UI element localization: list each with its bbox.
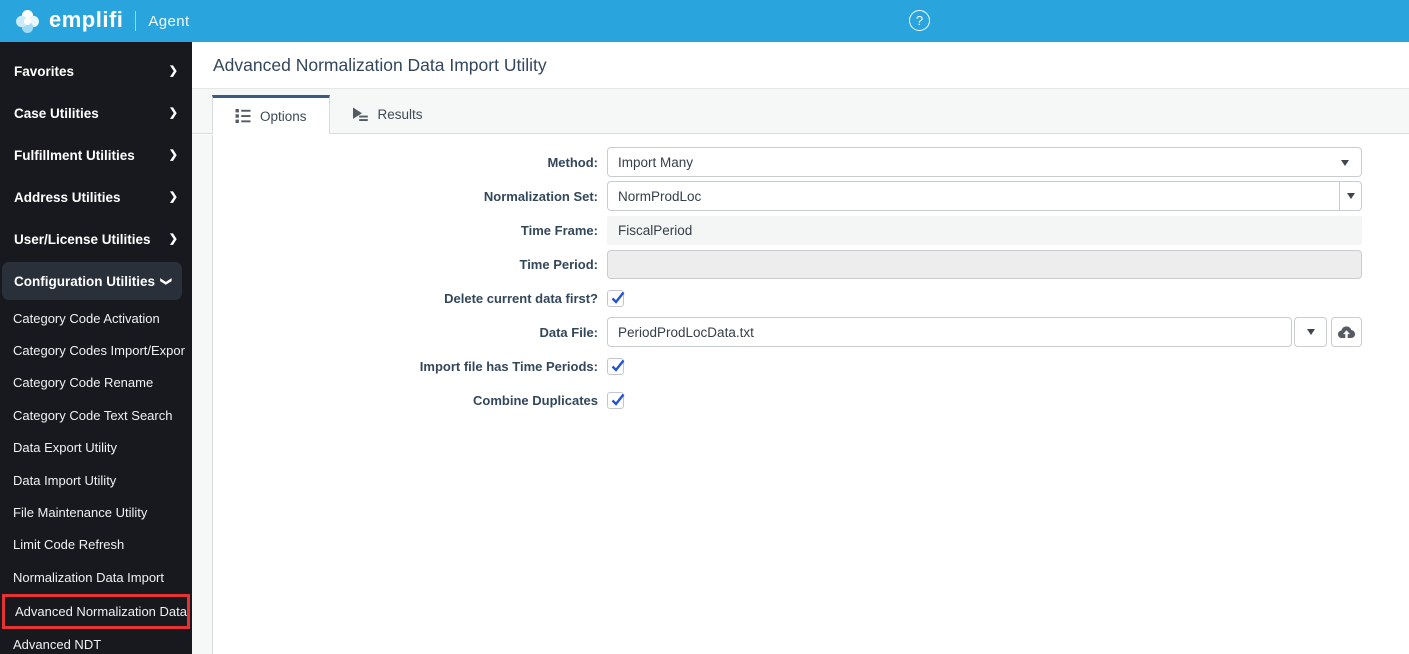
- main-content: Advanced Normalization Data Import Utili…: [192, 42, 1409, 654]
- data-file-label: Data File:: [539, 324, 598, 340]
- sidebar-subitem-category-code-activation[interactable]: Category Code Activation: [0, 302, 192, 334]
- tab-strip: Options Results: [192, 89, 1409, 134]
- checkmark-icon: [611, 291, 625, 304]
- sidebar-item-label: User/License Utilities: [14, 231, 151, 247]
- delete-first-label: Delete current data first?: [444, 290, 598, 306]
- sidebar-subitem-category-code-rename[interactable]: Category Code Rename: [0, 367, 192, 399]
- list-icon: [235, 109, 251, 123]
- sidebar-item-case-utilities[interactable]: Case Utilities ❯: [0, 92, 192, 134]
- combine-duplicates-checkbox[interactable]: [607, 391, 625, 409]
- sidebar-item-label: Configuration Utilities: [14, 273, 155, 289]
- chevron-right-icon: ❯: [168, 106, 178, 119]
- combine-duplicates-row: Combine Duplicates: [213, 385, 1409, 415]
- time-frame-row: Time Frame: FiscalPeriod: [213, 215, 1409, 245]
- normalization-set-row: Normalization Set: NormProdLoc: [213, 181, 1409, 211]
- sidebar-item-label: Case Utilities: [14, 105, 99, 121]
- import-has-time-periods-checkbox[interactable]: [607, 357, 625, 375]
- data-file-input[interactable]: PeriodProdLocData.txt: [607, 317, 1292, 347]
- tab-options[interactable]: Options: [212, 95, 330, 134]
- chevron-down-icon: [1341, 160, 1349, 166]
- data-file-group: PeriodProdLocData.txt: [607, 317, 1362, 347]
- data-file-row: Data File: PeriodProdLocData.txt: [213, 317, 1409, 347]
- data-file-dropdown-button[interactable]: [1294, 317, 1327, 347]
- sidebar-item-configuration-utilities[interactable]: Configuration Utilities ❯: [2, 262, 182, 300]
- options-form: Method: Import Many Normalization Set: N…: [212, 135, 1409, 654]
- sidebar-item-fulfillment-utilities[interactable]: Fulfillment Utilities ❯: [0, 134, 192, 176]
- delete-first-row: Delete current data first?: [213, 283, 1409, 313]
- sidebar-subitem-data-import-utility[interactable]: Data Import Utility: [0, 464, 192, 496]
- emplifi-flower-icon: [16, 9, 39, 33]
- chevron-down-icon: [1306, 329, 1315, 335]
- sidebar-item-address-utilities[interactable]: Address Utilities ❯: [0, 176, 192, 218]
- options-panel: Method: Import Many Normalization Set: N…: [192, 135, 1409, 654]
- sidebar-subitem-advanced-ndt[interactable]: Advanced NDT: [0, 629, 192, 654]
- cloud-upload-icon: [1337, 325, 1356, 338]
- normalization-set-combobox: NormProdLoc: [607, 181, 1362, 211]
- chevron-down-icon: [1346, 193, 1355, 199]
- tab-label: Options: [260, 108, 307, 124]
- normalization-set-input[interactable]: NormProdLoc: [608, 182, 1339, 210]
- time-period-row: Time Period:: [213, 249, 1409, 279]
- data-file-value: PeriodProdLocData.txt: [618, 324, 754, 340]
- chevron-down-icon: ❯: [159, 276, 172, 286]
- brand-name: emplifi: [49, 6, 124, 32]
- method-label: Method:: [547, 154, 598, 170]
- normalization-set-dropdown-button[interactable]: [1339, 182, 1361, 210]
- import-has-time-periods-row: Import file has Time Periods:: [213, 351, 1409, 381]
- sidebar-subitem-normalization-data-import[interactable]: Normalization Data Import: [0, 561, 192, 593]
- method-select[interactable]: Import Many: [607, 147, 1362, 177]
- page-title: Advanced Normalization Data Import Utili…: [213, 54, 547, 75]
- tab-label: Results: [377, 106, 423, 122]
- title-bar: Advanced Normalization Data Import Utili…: [192, 42, 1409, 89]
- configuration-utilities-submenu: Category Code Activation Category Codes …: [0, 302, 192, 654]
- sidebar-subitem-data-export-utility[interactable]: Data Export Utility: [0, 432, 192, 464]
- chevron-right-icon: ❯: [168, 232, 178, 245]
- time-frame-field: FiscalPeriod: [607, 215, 1362, 245]
- run-results-icon: [352, 107, 368, 121]
- sidebar-subitem-limit-code-refresh[interactable]: Limit Code Refresh: [0, 529, 192, 561]
- method-row: Method: Import Many: [213, 147, 1409, 177]
- method-value: Import Many: [618, 154, 694, 170]
- data-file-upload-button[interactable]: [1331, 317, 1362, 347]
- time-frame-label: Time Frame:: [520, 222, 598, 238]
- sidebar-subitem-file-maintenance-utility[interactable]: File Maintenance Utility: [0, 496, 192, 528]
- checkmark-icon: [611, 393, 625, 406]
- time-period-label: Time Period:: [519, 256, 598, 272]
- brand-divider: [135, 11, 137, 31]
- sidebar-subitem-category-codes-import-export[interactable]: Category Codes Import/Expor: [0, 334, 192, 366]
- time-frame-value: FiscalPeriod: [618, 222, 693, 238]
- product-name: Agent: [148, 12, 190, 30]
- help-icon[interactable]: ?: [909, 10, 930, 31]
- combine-duplicates-label: Combine Duplicates: [473, 392, 598, 408]
- top-bar: emplifi Agent ?: [0, 0, 1409, 42]
- sidebar-subitem-category-code-text-search[interactable]: Category Code Text Search: [0, 399, 192, 431]
- chevron-right-icon: ❯: [168, 148, 178, 161]
- delete-first-checkbox[interactable]: [607, 289, 625, 307]
- brand: emplifi Agent: [14, 8, 190, 35]
- import-has-time-periods-label: Import file has Time Periods:: [419, 358, 598, 374]
- checkmark-icon: [611, 359, 625, 372]
- sidebar-item-label: Address Utilities: [14, 189, 121, 205]
- chevron-right-icon: ❯: [168, 190, 178, 203]
- normalization-set-value: NormProdLoc: [618, 188, 702, 204]
- sidebar-item-label: Fulfillment Utilities: [14, 147, 135, 163]
- sidebar: Favorites ❯ Case Utilities ❯ Fulfillment…: [0, 42, 192, 654]
- sidebar-item-favorites[interactable]: Favorites ❯: [0, 50, 192, 92]
- sidebar-item-label: Favorites: [14, 63, 75, 79]
- tab-results[interactable]: Results: [330, 95, 445, 133]
- normalization-set-label: Normalization Set:: [483, 188, 598, 204]
- chevron-right-icon: ❯: [168, 64, 178, 77]
- sidebar-item-user-license-utilities[interactable]: User/License Utilities ❯: [0, 218, 192, 260]
- sidebar-subitem-advanced-normalization-data[interactable]: Advanced Normalization Data: [2, 593, 190, 629]
- time-period-field: [607, 249, 1362, 279]
